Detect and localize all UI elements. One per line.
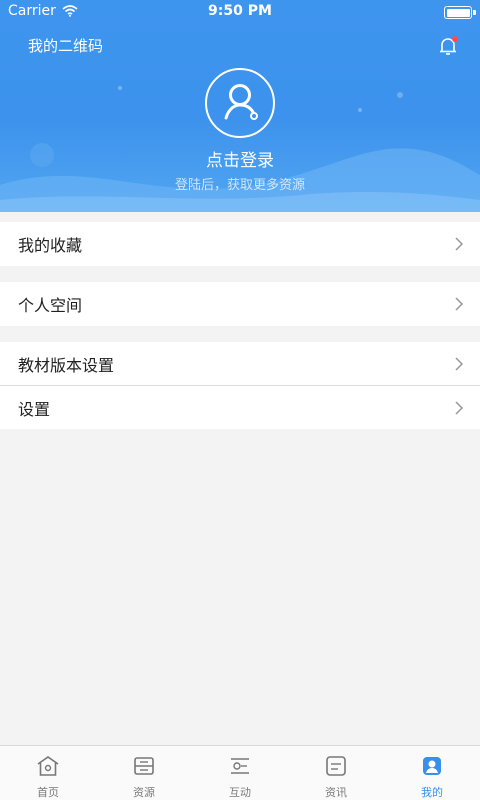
chevron-right-icon — [455, 237, 464, 251]
menu-item-label: 我的收藏 — [18, 236, 83, 255]
tab-label: 互动 — [229, 786, 251, 799]
tab-home[interactable]: 首页 — [0, 746, 96, 800]
menu-item-favorites[interactable]: 我的收藏 — [0, 222, 480, 266]
tab-label: 我的 — [421, 786, 443, 799]
tab-news[interactable]: 资讯 — [288, 746, 384, 800]
interaction-icon — [231, 758, 249, 774]
battery-icon — [444, 6, 476, 19]
tab-resources[interactable]: 资源 — [96, 746, 192, 800]
status-time: 9:50 PM — [208, 3, 272, 19]
avatar[interactable] — [205, 68, 275, 138]
chevron-right-icon — [455, 400, 464, 415]
menu-item-label: 个人空间 — [18, 296, 83, 315]
tab-label: 首页 — [37, 786, 59, 799]
resource-icon — [134, 757, 154, 775]
menu-item-label: 教材版本设置 — [18, 355, 115, 375]
tab-label: 资讯 — [325, 786, 347, 799]
status-bar: Carrier 9:50 PM — [0, 0, 480, 26]
tab-profile[interactable]: 我的 — [384, 746, 480, 800]
menu-item-settings[interactable]: 设置 — [0, 386, 480, 429]
menu-item-label: 设置 — [18, 399, 51, 419]
profile-icon — [423, 757, 441, 775]
notification-bell-icon[interactable] — [436, 34, 460, 58]
user-avatar-icon — [224, 84, 258, 120]
tab-label: 资源 — [133, 786, 155, 799]
profile-header: Carrier 9:50 PM 我的二维码 点击登录 登陆后，获取更多资源 — [0, 0, 480, 212]
chevron-right-icon — [455, 356, 464, 371]
bottom-tab-bar: 首页 资源 互动 资讯 我的 — [0, 745, 480, 800]
tab-interaction[interactable]: 互动 — [192, 746, 288, 800]
login-subtitle: 登陆后，获取更多资源 — [174, 178, 305, 193]
news-icon — [326, 756, 346, 776]
notification-badge — [452, 36, 458, 42]
menu-item-textbook-settings[interactable]: 教材版本设置 — [0, 342, 480, 385]
qr-code-link[interactable]: 我的二维码 — [28, 35, 103, 56]
login-title[interactable]: 点击登录 — [0, 146, 480, 171]
home-icon — [37, 756, 59, 776]
chevron-right-icon — [455, 297, 464, 311]
menu-item-personal-space[interactable]: 个人空间 — [0, 282, 480, 326]
